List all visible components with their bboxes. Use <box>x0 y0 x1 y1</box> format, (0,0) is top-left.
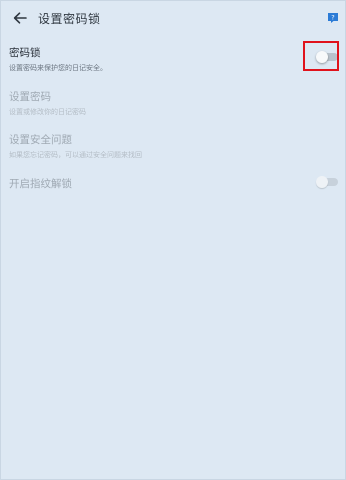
arrow-left-icon <box>13 12 27 24</box>
setting-row-set-password[interactable]: 设置密码 设置或修改你的日记密码 <box>9 91 339 117</box>
setting-row-security-question[interactable]: 设置安全问题 如果您忘记密码，可以通过安全问题来找回 <box>9 134 339 160</box>
page-title: 设置密码锁 <box>38 12 101 26</box>
help-button[interactable]: ? <box>327 12 339 24</box>
setting-title: 密码锁 <box>9 47 41 59</box>
setting-description: 设置密码来保护您的日记安全。 <box>9 64 107 72</box>
help-icon: ? <box>328 13 338 23</box>
settings-screen: 设置密码锁 ? 密码锁 设置密码来保护您的日记安全。 设置密码 设置或修改你的日… <box>0 0 346 480</box>
setting-row-password-lock[interactable]: 密码锁 设置密码来保护您的日记安全。 <box>9 47 339 73</box>
highlight-box <box>303 41 339 71</box>
setting-description: 如果您忘记密码，可以通过安全问题来找回 <box>9 151 142 159</box>
toggle-knob <box>316 176 328 188</box>
setting-description: 设置或修改你的日记密码 <box>9 108 86 116</box>
back-button[interactable] <box>11 9 29 27</box>
setting-title: 开启指纹解锁 <box>9 178 72 190</box>
setting-title: 设置安全问题 <box>9 134 72 146</box>
app-header: 设置密码锁 ? <box>1 1 346 35</box>
setting-row-fingerprint[interactable]: 开启指纹解锁 <box>9 178 339 191</box>
svg-text:?: ? <box>331 14 334 22</box>
setting-title: 设置密码 <box>9 91 51 103</box>
fingerprint-toggle[interactable] <box>316 176 338 188</box>
